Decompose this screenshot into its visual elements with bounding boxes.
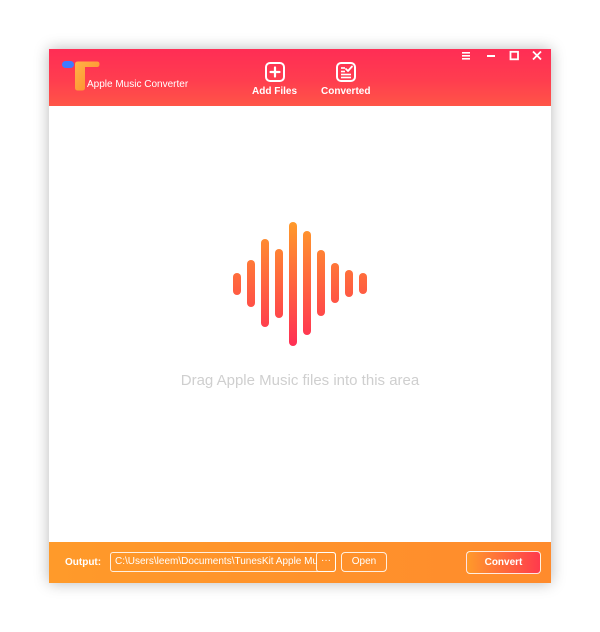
add-file-icon — [264, 62, 285, 82]
footer-bar: Output: C:\Users\leem\Documents\TunesKit… — [49, 542, 551, 583]
app-title: Apple Music Converter — [87, 79, 189, 90]
wave-bar — [345, 270, 353, 297]
maximize-icon — [509, 50, 519, 61]
convert-button[interactable]: Convert — [466, 551, 541, 574]
hamburger-menu-icon — [462, 52, 470, 60]
minimize-icon — [487, 55, 495, 57]
wave-bar — [359, 273, 367, 294]
close-button[interactable] — [530, 50, 544, 62]
drop-area[interactable]: Drag Apple Music files into this area — [49, 106, 551, 542]
output-path-text: C:\Users\leem\Documents\TunesKit Apple M… — [115, 556, 317, 567]
converted-label: Converted — [321, 86, 371, 97]
wave-bar — [261, 239, 269, 327]
wave-bar — [247, 260, 255, 307]
drop-hint: Drag Apple Music files into this area — [180, 372, 420, 389]
output-label: Output: — [65, 557, 102, 568]
add-files-button[interactable]: Add Files — [252, 61, 297, 97]
minimize-button[interactable] — [484, 50, 498, 62]
wave-bar — [289, 222, 297, 346]
converted-button[interactable]: Converted — [321, 61, 370, 97]
maximize-button[interactable] — [507, 50, 521, 62]
wave-bar — [303, 231, 311, 335]
title-bar: Apple Music Converter Add Files Converte… — [49, 49, 551, 106]
browse-button[interactable]: ··· — [316, 552, 336, 572]
wave-bar — [275, 249, 283, 318]
sound-wave-icon — [233, 222, 367, 346]
close-icon — [532, 50, 542, 61]
app-window: Apple Music Converter Add Files Converte… — [49, 49, 551, 583]
wave-bar — [317, 250, 325, 316]
open-button[interactable]: Open — [341, 552, 387, 572]
menu-button[interactable] — [459, 50, 473, 62]
converted-list-icon — [335, 62, 356, 82]
wave-bar — [233, 273, 241, 295]
output-path-field[interactable]: C:\Users\leem\Documents\TunesKit Apple M… — [110, 552, 336, 572]
add-files-label: Add Files — [252, 86, 298, 97]
wave-bar — [331, 263, 339, 303]
